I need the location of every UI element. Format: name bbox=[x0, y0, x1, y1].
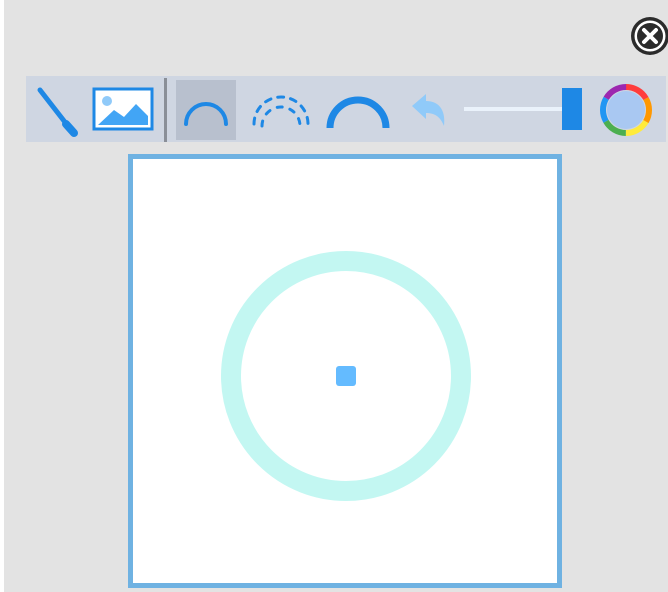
image-icon[interactable] bbox=[92, 86, 154, 132]
toolbar-divider bbox=[164, 78, 167, 142]
dashed-arc-icon[interactable] bbox=[248, 82, 314, 138]
arc-tool-button[interactable] bbox=[176, 80, 236, 140]
close-icon[interactable] bbox=[628, 14, 668, 58]
thick-arc-icon[interactable] bbox=[322, 82, 394, 138]
drawing-panel bbox=[4, 0, 668, 592]
center-handle[interactable] bbox=[336, 366, 356, 386]
color-wheel-icon[interactable] bbox=[598, 82, 654, 138]
drawing-canvas[interactable] bbox=[128, 154, 562, 588]
size-slider[interactable] bbox=[464, 88, 584, 130]
drawing-toolbar bbox=[26, 76, 666, 142]
canvas-drawing bbox=[221, 251, 471, 501]
size-slider-track bbox=[464, 88, 582, 130]
undo-icon[interactable] bbox=[406, 86, 452, 132]
arc-icon bbox=[184, 102, 228, 126]
current-color-swatch bbox=[607, 91, 645, 129]
pen-icon[interactable] bbox=[30, 80, 86, 138]
